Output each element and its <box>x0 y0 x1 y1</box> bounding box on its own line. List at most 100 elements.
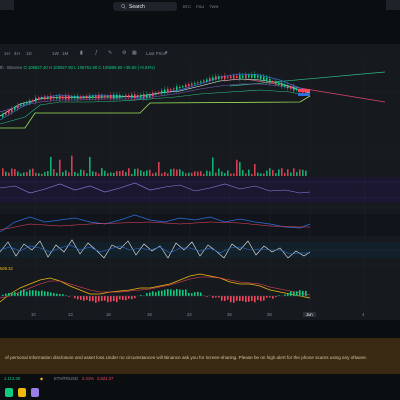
macd-histogram-bar <box>8 293 10 296</box>
timeframe-1w[interactable]: 1W <box>52 51 59 56</box>
timeframe-1h[interactable]: 1H <box>4 51 10 56</box>
ticker-prev-change: 1.113.38 <box>4 376 20 381</box>
candle-body <box>179 86 181 89</box>
app-icon[interactable] <box>5 388 13 397</box>
volume-bar <box>278 169 280 176</box>
volume-bar <box>23 172 25 176</box>
layout-icon[interactable]: ▦ <box>132 50 137 56</box>
search-input[interactable]: Search <box>113 2 177 11</box>
top-tag-2[interactable]: TWN <box>209 4 218 9</box>
price-source-dropdown[interactable]: Last Price <box>146 51 166 56</box>
volume-bar <box>254 164 256 176</box>
macd-histogram-bar <box>302 290 304 296</box>
candle-body <box>230 76 232 79</box>
candle-body <box>86 95 88 99</box>
candle-body <box>206 79 208 82</box>
candle-body <box>23 103 25 105</box>
top-bar: Search BTC FDU TWN <box>0 0 400 15</box>
volume-bar <box>188 172 190 176</box>
macd-histogram-bar <box>233 296 235 303</box>
volume-bar <box>50 156 52 176</box>
eth-icon: ◆ <box>40 376 44 381</box>
volume-bar <box>182 171 184 176</box>
candle-body <box>287 84 289 89</box>
volume-bar <box>26 172 28 176</box>
drawing-icon[interactable]: ✎ <box>108 50 112 56</box>
candle-body <box>278 82 280 85</box>
macd-histogram-bar <box>236 296 238 301</box>
settings-icon[interactable]: ⚙ <box>122 50 126 56</box>
macd-histogram-bar <box>35 290 37 296</box>
volume-bar <box>281 168 283 176</box>
volume-bar <box>275 173 277 176</box>
volume-bar <box>77 173 79 176</box>
x-axis-label: 4 <box>362 312 365 317</box>
candle-body <box>59 95 61 100</box>
candle-body <box>215 76 217 80</box>
candle-body <box>227 76 229 79</box>
macd-histogram-bar <box>44 291 46 296</box>
candle-body <box>89 95 91 99</box>
macd-histogram-bar <box>293 291 295 296</box>
macd-histogram-bar <box>254 296 256 303</box>
top-tag-1[interactable]: FDU <box>196 4 204 9</box>
macd-histogram-bar <box>20 290 22 296</box>
volume-bar <box>128 168 130 176</box>
macd-histogram-bar <box>110 296 112 302</box>
indicators-icon[interactable]: ƒ <box>95 50 98 56</box>
ticker-symbol[interactable]: ETH/FDUSD <box>54 376 78 381</box>
candle-body <box>272 80 274 83</box>
candle-body <box>263 76 265 81</box>
candle-body <box>44 96 46 100</box>
timeframe-1m[interactable]: 1M <box>62 51 68 56</box>
indicator-panel-bg <box>0 214 400 236</box>
volume-bar <box>74 171 76 176</box>
volume-bar <box>155 172 157 176</box>
candle-body <box>146 94 148 98</box>
volume-bar <box>191 172 193 176</box>
chart-area[interactable] <box>0 62 400 320</box>
macd-histogram-bar <box>200 292 202 296</box>
macd-histogram-bar <box>296 291 298 296</box>
chevron-down-icon[interactable]: ▾ <box>165 50 168 56</box>
volume-bar <box>176 169 178 176</box>
candle-body <box>203 80 205 82</box>
app-icon[interactable] <box>18 388 26 397</box>
candle-body <box>245 74 247 79</box>
volume-bar <box>107 173 109 176</box>
volume-bar <box>260 173 262 176</box>
candle-body <box>194 82 196 85</box>
window-control[interactable] <box>386 0 400 10</box>
candle-body <box>11 108 13 113</box>
macd-histogram-bar <box>50 292 52 296</box>
app-icon[interactable] <box>31 388 39 397</box>
macd-histogram-bar <box>59 294 61 296</box>
window-control[interactable] <box>0 0 14 10</box>
top-tag-0[interactable]: BTC <box>183 4 191 9</box>
timeframe-4h[interactable]: 4H <box>14 51 20 56</box>
candle-body <box>17 105 19 109</box>
candle-body <box>290 86 292 89</box>
volume-bar <box>2 168 4 176</box>
candle-body <box>158 92 160 94</box>
candle-body <box>305 91 307 94</box>
timeframe-1d[interactable]: 1D <box>26 51 32 56</box>
chart-canvas[interactable] <box>0 62 400 320</box>
candle-body <box>134 94 136 99</box>
volume-bar <box>38 173 40 176</box>
warning-text: of personal information disclosure and a… <box>5 355 368 360</box>
volume-bar <box>257 172 259 176</box>
macd-histogram-bar <box>119 296 121 300</box>
volume-bar <box>263 173 265 176</box>
ticker-price: 2,621.37 <box>97 376 114 381</box>
volume-bar <box>14 169 16 176</box>
x-axis-label-active: Jun <box>303 312 316 317</box>
macd-histogram-bar <box>287 293 289 296</box>
macd-histogram-bar <box>113 296 115 302</box>
macd-histogram-bar <box>107 296 109 303</box>
macd-histogram-bar <box>95 296 97 303</box>
candles-icon[interactable]: ▮ <box>80 50 83 56</box>
candle-body <box>161 90 163 94</box>
candle-body <box>83 96 85 98</box>
ticker-bar: 1.113.38 ◆ ETH/FDUSD 2.41% 2,621.37 <box>0 374 400 400</box>
